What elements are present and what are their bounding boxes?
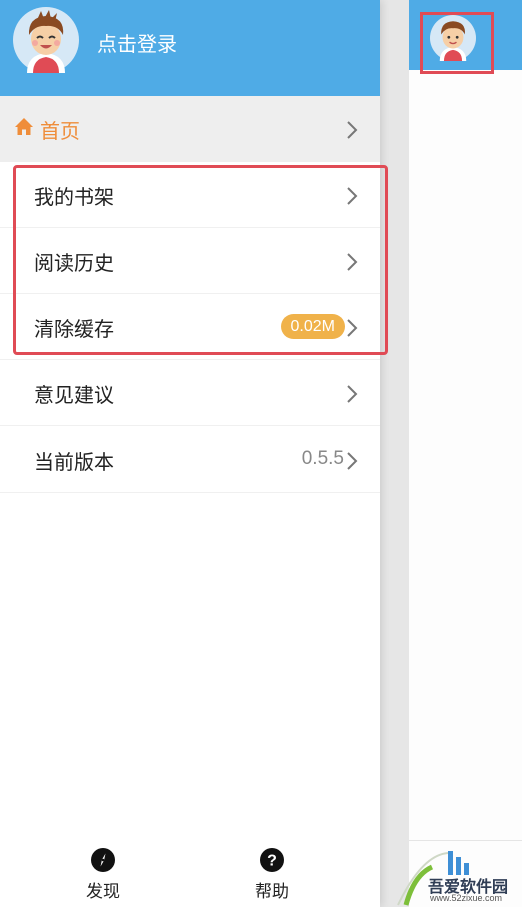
chevron-right-icon [347,319,358,337]
drawer-header[interactable]: 点击登录 [0,0,380,96]
menu-item-feedback[interactable]: 意见建议 [0,360,380,426]
menu-item-label: 清除缓存 [34,319,114,341]
background-footer-divider [409,840,522,841]
menu-item-label: 意见建议 [34,385,114,407]
chevron-right-icon [347,187,358,205]
menu-item-version[interactable]: 当前版本 0.5.5 [0,427,380,493]
compass-icon [91,848,115,872]
background-avatar-highlight [420,12,494,74]
menu-item-bookshelf[interactable]: 我的书架 [0,162,380,228]
avatar-icon[interactable] [13,7,79,73]
discover-label: 发现 [86,882,120,901]
menu-item-label: 阅读历史 [34,253,114,275]
menu-item-clear-cache[interactable]: 清除缓存 0.02M [0,294,380,360]
login-prompt[interactable]: 点击登录 [97,28,177,57]
menu-item-label: 当前版本 [34,452,114,474]
cache-size-badge: 0.02M [280,314,345,339]
version-value: 0.5.5 [301,448,344,469]
drawer-bottom-nav: 发现 ? 帮助 [0,838,380,907]
help-icon: ? [260,848,284,872]
menu-item-reading-history[interactable]: 阅读历史 [0,228,380,294]
navigation-drawer: 点击登录 首页 我的书架 阅读历史 清除缓存 0.02M 意见建议 当前版本 0… [0,0,388,907]
chevron-right-icon [347,121,358,139]
chevron-right-icon [347,253,358,271]
watermark-url: www.52zixue.com [430,893,503,903]
chevron-right-icon [347,385,358,403]
background-panel [409,0,522,907]
chevron-right-icon [347,452,358,470]
discover-button[interactable]: 发现 [63,848,143,904]
home-icon [15,118,33,135]
svg-text:?: ? [267,853,277,870]
menu-item-home-label: 首页 [40,121,80,143]
menu-item-home[interactable]: 首页 [0,96,380,162]
help-button[interactable]: ? 帮助 [232,848,312,904]
menu-item-label: 我的书架 [34,187,114,209]
help-label: 帮助 [255,882,289,901]
